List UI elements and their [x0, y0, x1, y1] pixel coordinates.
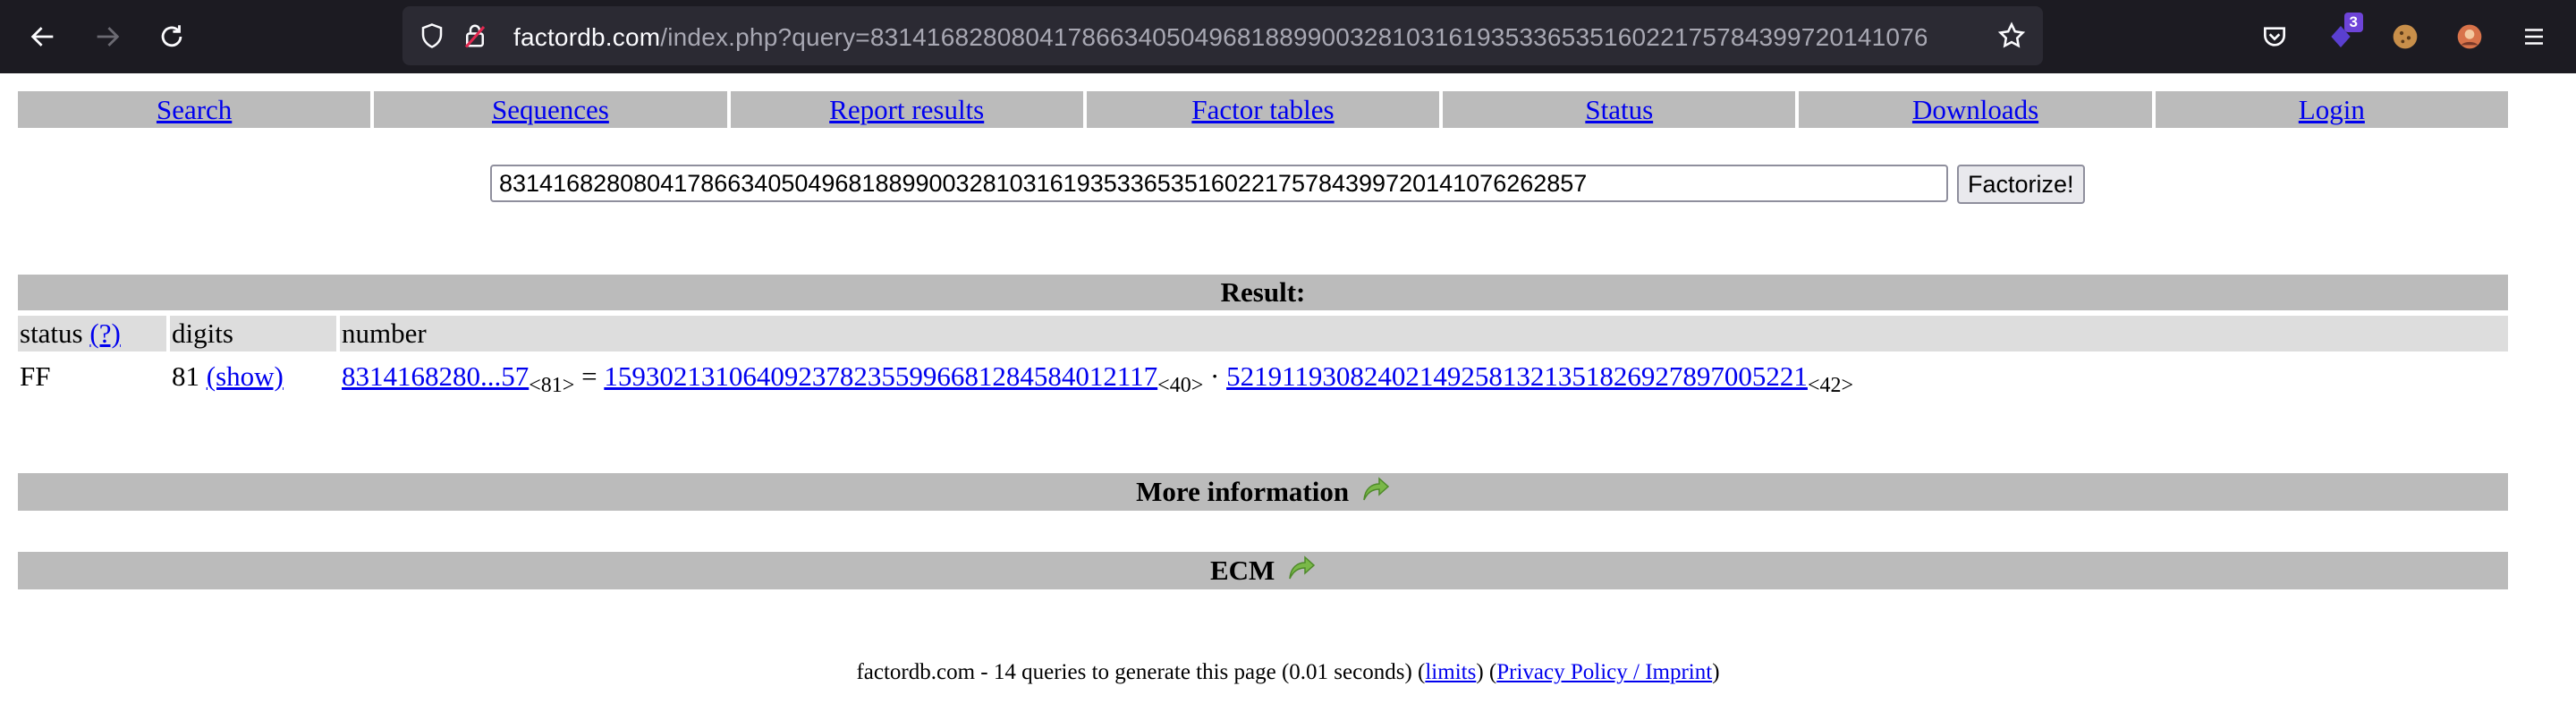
menu-item-sequences: Sequences [374, 91, 727, 128]
footer-separator: ) ( [1476, 660, 1497, 684]
digits-value: 81 [172, 360, 199, 392]
ecm-label: ECM [1209, 555, 1275, 586]
url-host: factordb.com [513, 23, 661, 51]
ecm-bar[interactable]: ECM [18, 552, 2508, 589]
reload-icon [161, 25, 182, 47]
menu-item-search: Search [18, 91, 371, 128]
header-number: number [340, 316, 2508, 352]
menu-link-downloads[interactable]: Downloads [1912, 94, 2038, 125]
table-row: FF 81 (show) 8314168280...57<81> = 15930… [18, 355, 2508, 398]
expand-arrow-icon[interactable] [1361, 475, 1390, 512]
menu-item-login: Login [2155, 91, 2508, 128]
result-title: Result: [18, 275, 2508, 310]
menu-item-factor-tables: Factor tables [1086, 91, 1440, 128]
menu-link-sequences[interactable]: Sequences [492, 94, 609, 125]
number-input[interactable] [490, 165, 1948, 202]
status-value: FF [20, 360, 51, 392]
notification-badge: 3 [2343, 13, 2363, 32]
number-cell: 8314168280...57<81> = 159302131064092378… [340, 355, 2508, 398]
cookie-extension-icon[interactable] [2385, 16, 2426, 57]
more-information-bar[interactable]: More information [18, 473, 2508, 511]
equals-sign: = [581, 360, 597, 392]
factor-1-digit-count: <40> [1157, 374, 1204, 398]
reload-button[interactable] [150, 15, 193, 58]
number-link[interactable]: 8314168280...57 [342, 360, 529, 392]
avatar-extension-icon[interactable] [2449, 16, 2490, 57]
footer: factordb.com - 14 queries to generate th… [0, 660, 2576, 685]
factorize-button[interactable]: Factorize! [1957, 165, 2085, 204]
insecure-lock-icon[interactable] [462, 22, 488, 54]
menu-link-report-results[interactable]: Report results [829, 94, 984, 125]
header-status-label: status [20, 318, 83, 349]
main-menu: Search Sequences Report results Factor t… [18, 91, 2508, 128]
table-header-row: status (?) digits number [18, 316, 2508, 352]
url-path: /index.php?query=83141682808041786634050… [660, 23, 1927, 51]
digits-cell: 81 (show) [170, 355, 336, 398]
header-digits: digits [170, 316, 336, 352]
address-bar[interactable]: factordb.com/index.php?query=83141682808… [402, 6, 2043, 65]
footer-end: ) [1712, 660, 1720, 684]
url-text[interactable]: factordb.com/index.php?query=83141682808… [513, 23, 1927, 52]
factor-2-digit-count: <42> [1807, 374, 1854, 398]
header-status: status (?) [18, 316, 166, 352]
number-digit-count: <81> [529, 374, 575, 398]
expand-arrow-icon[interactable] [1287, 554, 1316, 591]
multiply-dot: · [1210, 360, 1220, 392]
menu-link-factor-tables[interactable]: Factor tables [1191, 94, 1334, 125]
arrow-right-icon [97, 27, 120, 47]
show-link[interactable]: (show) [207, 360, 284, 392]
factor-1-link[interactable]: 1593021310640923782355996681284584012117 [604, 360, 1157, 392]
menu-item-status: Status [1443, 91, 1796, 128]
footer-text: factordb.com - 14 queries to generate th… [856, 660, 1426, 684]
arrow-left-icon [30, 27, 54, 47]
bookmark-star-icon[interactable] [1996, 21, 2027, 55]
forward-button[interactable] [86, 15, 129, 58]
menu-link-login[interactable]: Login [2299, 94, 2365, 125]
privacy-link[interactable]: Privacy Policy / Imprint [1496, 660, 1712, 684]
limits-link[interactable]: limits [1425, 660, 1476, 684]
search-form: Factorize! [490, 165, 2085, 204]
menu-item-report-results: Report results [730, 91, 1083, 128]
hamburger-menu-icon[interactable] [2513, 16, 2555, 57]
menu-link-status[interactable]: Status [1585, 94, 1653, 125]
browser-toolbar: factordb.com/index.php?query=83141682808… [0, 0, 2576, 73]
status-help-link[interactable]: (?) [89, 318, 120, 349]
shield-icon[interactable] [419, 22, 445, 54]
factor-2-link[interactable]: 5219119308240214925813213518269278970052… [1226, 360, 1808, 392]
back-button[interactable] [21, 15, 64, 58]
menu-item-downloads: Downloads [1799, 91, 2152, 128]
extension-icon[interactable]: 3 [2320, 13, 2363, 57]
result-table: status (?) digits number FF 81 (show) 83… [18, 316, 2508, 398]
pocket-icon[interactable] [2254, 16, 2295, 57]
more-information-label: More information [1136, 476, 1350, 507]
menu-link-search[interactable]: Search [157, 94, 232, 125]
